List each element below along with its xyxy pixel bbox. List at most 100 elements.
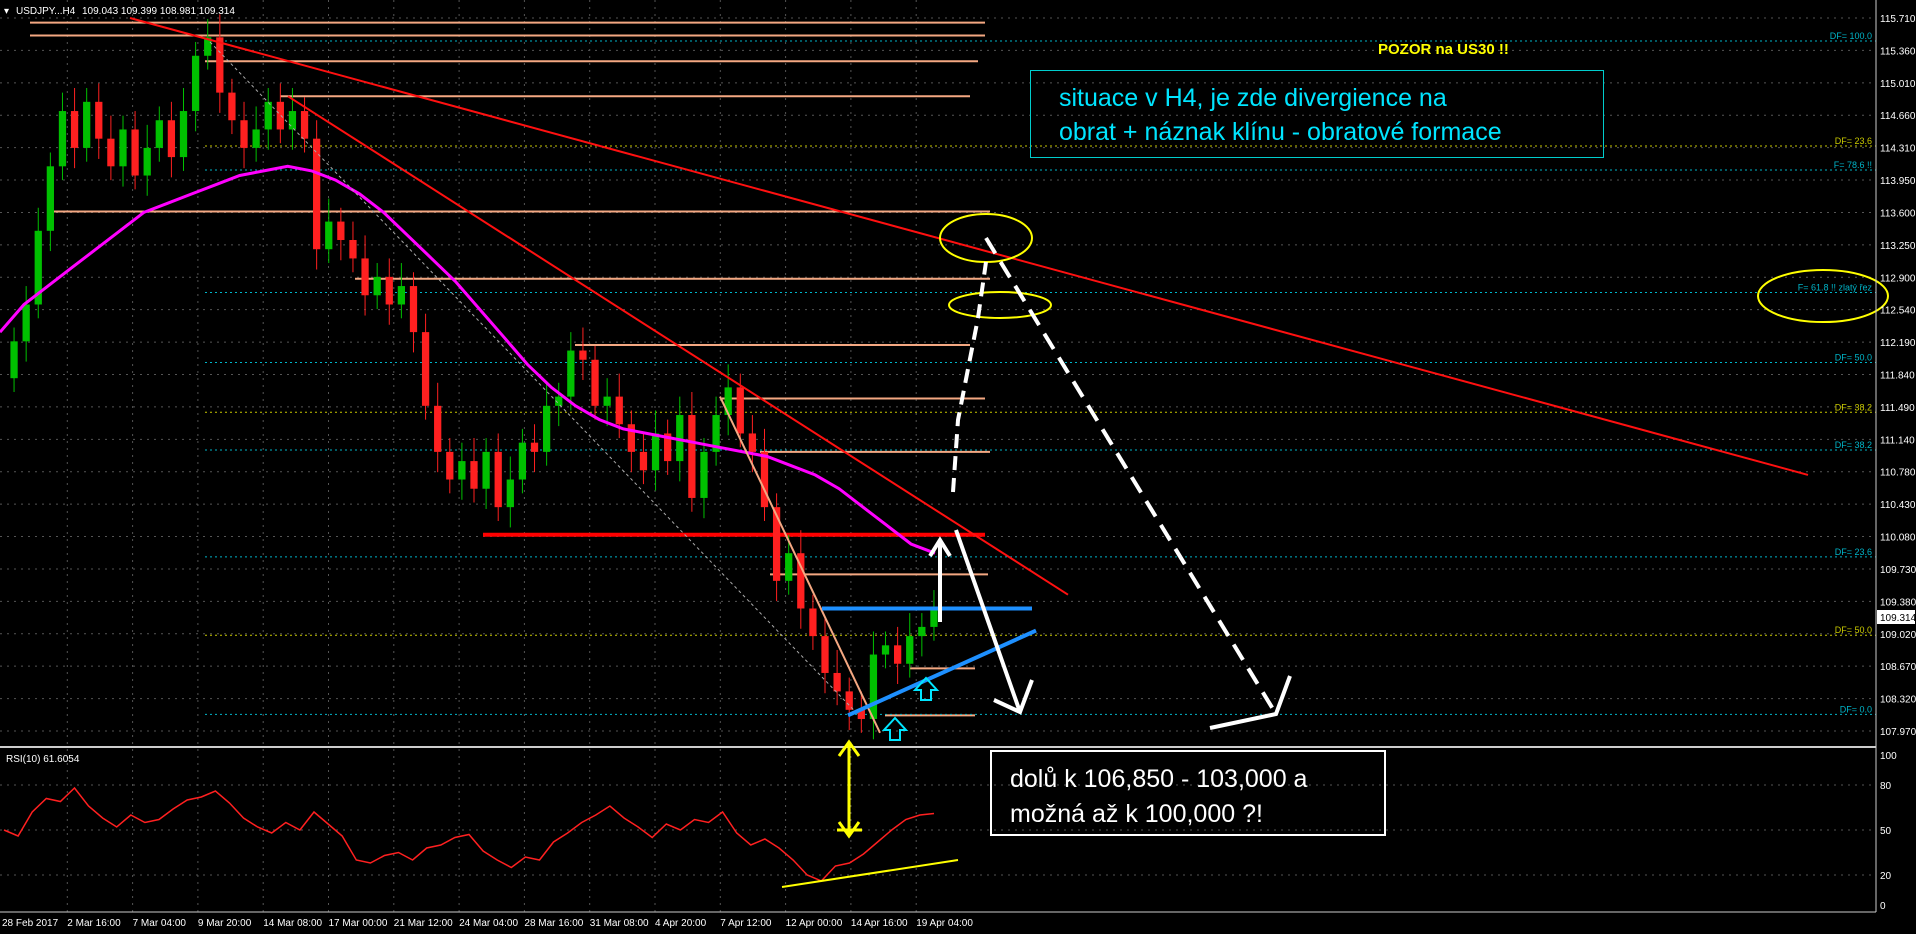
fib-label: DF= 50.0 — [1835, 353, 1872, 363]
candle-body — [785, 553, 793, 581]
price-tick: 114.660 — [1880, 111, 1916, 122]
candle-body — [421, 332, 430, 406]
candle-body — [95, 101, 103, 139]
candle-body — [615, 396, 623, 425]
fib-label: DF= 0.0 — [1840, 704, 1872, 714]
candle-body — [70, 111, 79, 148]
candle-body — [373, 276, 381, 296]
time-tick: 31 Mar 08:00 — [590, 918, 649, 929]
candle-body — [397, 286, 406, 305]
candle-body — [119, 129, 127, 167]
candle-body — [506, 479, 514, 508]
candle-body — [155, 120, 163, 148]
time-tick: 7 Apr 12:00 — [720, 918, 772, 929]
candle-body — [748, 433, 757, 452]
candle-body — [252, 129, 260, 148]
candle-body — [264, 101, 272, 130]
time-tick: 9 Mar 20:00 — [198, 918, 252, 929]
candle-body — [240, 120, 248, 148]
candle-body — [300, 111, 309, 139]
price-tick: 109.380 — [1880, 597, 1916, 608]
candle-body — [191, 55, 200, 112]
candle-body — [736, 387, 744, 434]
chart-menu-icon[interactable]: ▾ — [4, 6, 9, 17]
price-tick: 112.540 — [1880, 306, 1916, 317]
price-tick: 115.010 — [1880, 79, 1916, 90]
price-tick: 109.020 — [1880, 630, 1916, 641]
analysis-note-line-2: obrat + náznak klínu - obratové formace — [1059, 118, 1502, 146]
candle-body — [772, 507, 781, 581]
price-tick: 107.970 — [1880, 727, 1916, 738]
fib-label: DF= 38.2 — [1835, 402, 1872, 412]
ohlc-values: 109.043 109.399 108.981 109.314 — [82, 6, 235, 17]
time-axis: 28 Feb 2017 2 Mar 16:00 7 Mar 04:00 9 Mar 2… — [2, 918, 973, 929]
candle-body — [627, 424, 635, 452]
price-tick: 113.950 — [1880, 176, 1916, 187]
price-tick: 111.490 — [1880, 403, 1915, 414]
price-tick: 109.730 — [1880, 565, 1916, 576]
rsi-tick: 50 — [1880, 826, 1892, 837]
fib-label: DF= 100.0 — [1830, 31, 1872, 41]
candle-body — [518, 442, 527, 480]
fib-label: DF= 23.6 — [1835, 136, 1872, 146]
price-tick: 113.250 — [1880, 241, 1916, 252]
candle-body — [821, 636, 829, 673]
price-tick: 112.900 — [1880, 273, 1916, 284]
candle-body — [179, 111, 188, 158]
candle-body — [930, 608, 938, 627]
candle-body — [530, 442, 539, 452]
time-tick: 14 Apr 16:00 — [851, 918, 908, 929]
price-tick: 111.840 — [1880, 371, 1915, 382]
warning-text: POZOR na US30 !! — [1378, 41, 1509, 58]
candle-body — [470, 461, 478, 489]
candle-body — [434, 405, 442, 452]
fib-label: DF= 50.0 — [1835, 625, 1872, 635]
candle-body — [724, 387, 732, 416]
candle-body — [458, 461, 466, 480]
target-note-line-1: dolů k 106,850 - 103,000 a — [1010, 765, 1308, 793]
rsi-tick: 80 — [1880, 781, 1892, 792]
usdjpy-h4-chart: DF= 100.0 DF= 23.6 F= 78.6 !! F= 61.8 !! zl… — [0, 0, 1916, 934]
price-tick: 111.140 — [1880, 435, 1915, 446]
candle-body — [845, 691, 853, 710]
candle-body — [143, 147, 151, 176]
candle-body — [603, 396, 611, 406]
candle-body — [833, 672, 841, 692]
candle-body — [385, 276, 393, 305]
price-tick: 115.710 — [1880, 14, 1916, 25]
candle-body — [760, 451, 769, 508]
candle-body — [10, 341, 18, 379]
rsi-tick: 0 — [1880, 901, 1886, 912]
candle-body — [446, 451, 454, 480]
price-tick: 113.600 — [1880, 208, 1916, 219]
rsi-tick: 20 — [1880, 871, 1892, 882]
time-tick: 14 Mar 08:00 — [263, 918, 322, 929]
symbol-label: USDJPY...H4 — [16, 6, 76, 17]
candle-body — [276, 101, 284, 130]
time-tick: 2 Mar 16:00 — [67, 918, 121, 929]
time-tick: 19 Apr 04:00 — [916, 918, 973, 929]
candle-body — [579, 350, 587, 360]
candle-body — [881, 645, 890, 655]
candle-body — [131, 129, 139, 176]
fib-label: F= 78.6 !! — [1834, 160, 1872, 170]
price-tick: 115.360 — [1880, 46, 1916, 57]
candle-body — [228, 92, 236, 121]
time-tick: 28 Feb 2017 — [2, 918, 59, 929]
time-tick: 21 Mar 12:00 — [394, 918, 453, 929]
candle-body — [567, 350, 575, 397]
candle-body — [349, 240, 357, 259]
candle-body — [700, 451, 708, 498]
candle-body — [83, 101, 91, 148]
candle-body — [167, 120, 176, 158]
rsi-label: RSI(10) 61.6054 — [6, 754, 80, 765]
candle-body — [906, 636, 914, 664]
candle-body — [542, 405, 551, 452]
candle-body — [58, 111, 67, 167]
time-tick: 17 Mar 00:00 — [329, 918, 388, 929]
price-tick: 108.670 — [1880, 662, 1916, 673]
candle-body — [894, 645, 902, 664]
time-tick: 24 Mar 04:00 — [459, 918, 518, 929]
candle-body — [482, 451, 490, 489]
time-tick: 7 Mar 04:00 — [133, 918, 187, 929]
